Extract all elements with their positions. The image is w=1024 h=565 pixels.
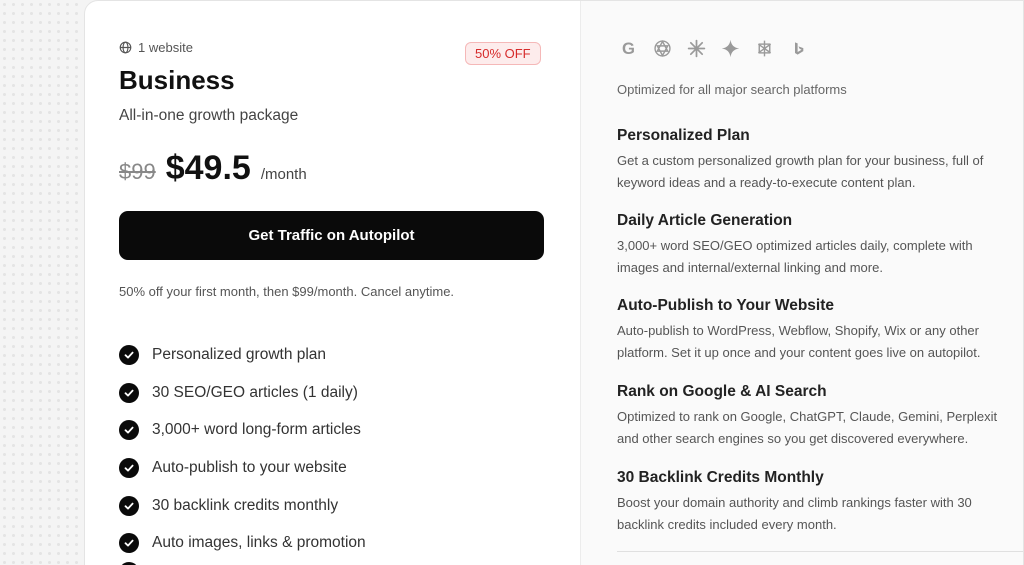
billing-period: /month xyxy=(260,166,307,183)
feature-label: Auto images, links & promotion xyxy=(152,534,366,552)
detail-title: Rank on Google & AI Search xyxy=(617,383,827,400)
perplexity-icon xyxy=(753,37,775,59)
platforms-caption: Optimized for all major search platforms xyxy=(617,82,847,97)
feature-item: Auto-publish to your website xyxy=(119,449,366,487)
detail-description-line: images and internal/external linking and… xyxy=(617,260,883,275)
feature-label: 30 backlink credits monthly xyxy=(152,496,339,514)
detail-description-line: Auto-publish to WordPress, Webflow, Shop… xyxy=(617,323,979,338)
detail-description-line: Get a custom personalized growth plan fo… xyxy=(617,153,984,168)
feature-label: 3,000+ word long-form articles xyxy=(152,421,361,439)
website-count: 1 website xyxy=(138,40,193,55)
feature-item: 3,000+ word long-form articles xyxy=(119,411,366,449)
detail-description-line: platform. Set it up once and your conten… xyxy=(617,345,981,360)
detail-title: Auto-Publish to Your Website xyxy=(617,297,834,314)
divider xyxy=(617,551,1023,552)
detail-title: Daily Article Generation xyxy=(617,212,793,229)
globe-icon xyxy=(119,41,132,54)
bing-icon xyxy=(787,37,809,59)
check-icon xyxy=(119,495,139,516)
original-price: $99 xyxy=(119,159,156,184)
pricing-note: 50% off your first month, then $99/month… xyxy=(119,284,455,299)
feature-item: Auto images, links & promotion xyxy=(119,524,366,562)
check-icon xyxy=(119,420,139,441)
get-traffic-button[interactable]: Get Traffic on Autopilot xyxy=(119,211,544,260)
price-row: $99 $49.5 /month xyxy=(119,149,307,188)
detail-title: Personalized Plan xyxy=(617,127,750,144)
detail-title: 30 Backlink Credits Monthly xyxy=(617,469,824,486)
background-pattern xyxy=(0,0,84,565)
plan-name: Business xyxy=(119,65,235,95)
discounted-price: $49.5 xyxy=(165,149,251,187)
feature-item: Personalized growth plan xyxy=(119,336,366,374)
feature-label: Personalized growth plan xyxy=(152,345,327,363)
detail-description-line: and other search engines so you get disc… xyxy=(617,431,969,446)
check-icon xyxy=(119,533,139,554)
detail-rank-ai-search: Rank on Google & AI Search Optimized to … xyxy=(617,383,1023,450)
check-icon xyxy=(119,382,139,403)
detail-description-line: Optimized to rank on Google, ChatGPT, Cl… xyxy=(617,409,998,424)
openai-icon xyxy=(651,37,673,59)
feature-label: Auto-publish to your website xyxy=(152,458,347,476)
detail-description-line: keyword ideas and a ready-to-execute con… xyxy=(617,175,916,190)
detail-daily-article: Daily Article Generation 3,000+ word SEO… xyxy=(617,212,1023,279)
plan-subtitle: All-in-one growth package xyxy=(119,107,299,124)
google-icon: G xyxy=(617,37,639,59)
pricing-card: 1 website 50% OFF Business All-in-one gr… xyxy=(84,0,1024,565)
discount-badge: 50% OFF xyxy=(465,42,541,65)
feature-list: Personalized growth plan 30 SEO/GEO arti… xyxy=(119,336,366,562)
check-icon xyxy=(119,457,139,478)
check-icon xyxy=(119,344,139,365)
detail-description-line: backlink credits included every month. xyxy=(617,517,837,532)
feature-item: 30 SEO/GEO articles (1 daily) xyxy=(119,374,366,412)
gemini-icon xyxy=(719,37,741,59)
feature-item: 30 backlink credits monthly xyxy=(119,487,366,525)
platform-icons: G xyxy=(617,37,809,59)
detail-backlink-credits: 30 Backlink Credits Monthly Boost your d… xyxy=(617,469,1023,536)
detail-description-line: 3,000+ word SEO/GEO optimized articles d… xyxy=(617,238,973,253)
detail-auto-publish: Auto-Publish to Your Website Auto-publis… xyxy=(617,297,1023,364)
website-count-row: 1 website xyxy=(119,40,193,55)
plan-panel: 1 website 50% OFF Business All-in-one gr… xyxy=(85,1,580,565)
claude-icon xyxy=(685,37,707,59)
feature-label: 30 SEO/GEO articles (1 daily) xyxy=(152,383,358,401)
details-panel: G Optimized for all major search platfor… xyxy=(580,1,1023,565)
svg-text:G: G xyxy=(622,38,635,57)
detail-personalized-plan: Personalized Plan Get a custom personali… xyxy=(617,127,1023,194)
detail-description-line: Boost your domain authority and climb ra… xyxy=(617,495,972,510)
